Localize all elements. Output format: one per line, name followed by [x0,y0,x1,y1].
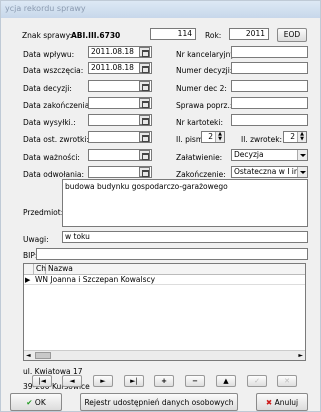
calendar-icon[interactable] [139,98,150,108]
ok-button[interactable]: ✔ OK [10,393,62,411]
date-valid-label: Data ważności: [23,153,80,162]
check-icon: ✔ [26,398,33,407]
edit-record-button[interactable]: ▲ [216,375,236,387]
calendar-icon[interactable] [139,47,150,57]
date-initiated-field[interactable]: 2011.08.18 [88,62,152,74]
completion-select[interactable]: Ostateczna w I inst. [231,166,308,178]
post-record-button[interactable]: ✓ [247,375,267,387]
office-number-label: Nr kancelaryjny: [176,50,237,59]
notes-field[interactable]: w toku [62,231,308,243]
edit-case-window: ycja rekordu sprawy Znak sprawy: ABI.III… [0,0,321,412]
date-valid-field[interactable] [88,149,152,161]
cancel-label: Anuluj [274,398,299,407]
data-sharing-register-button[interactable]: Rejestr udostępnień danych osobowych [80,393,238,411]
calendar-icon[interactable] [139,150,150,160]
subject-textarea[interactable]: budowa budynku gospodarczo-garażowego [62,179,308,227]
date-received-value: 2011.08.18 [91,47,134,56]
calendar-icon[interactable] [139,63,150,73]
date-initiated-label: Data wszczęcia: [23,66,84,75]
last-record-button[interactable]: ►| [124,375,144,387]
year-label: Rok: [205,31,222,40]
close-icon: ✖ [265,398,273,407]
file-number-label: Nr kartoteki: [176,118,224,127]
chevron-down-icon[interactable] [297,167,307,177]
settlement-label: Załatwienie: [176,153,223,162]
date-received-field[interactable]: 2011.08.18 [88,46,152,58]
row-pointer-icon: ▶ [25,276,31,284]
returns-count-label: Il. zwrotek: [241,135,283,144]
table-row[interactable]: ▶ WN Joanna i Szczepan Kowalscy [24,275,305,285]
calendar-icon[interactable] [139,167,150,177]
date-decision-label: Data decyzji: [23,84,72,93]
case-number-field[interactable]: 114 [150,28,196,40]
case-number-label: Znak sprawy: [22,31,73,40]
returns-count-value: 2 [290,132,295,141]
calendar-icon[interactable] [139,81,150,91]
column-header-nazwa[interactable]: Nazwa [46,264,305,275]
date-sent-field[interactable] [88,114,152,126]
date-appeal-label: Data odwołania: [23,170,85,179]
decision-number-field[interactable] [231,62,308,74]
date-last-return-label: Data ost. zwrotki: [23,135,89,144]
first-record-button[interactable]: |◄ [32,375,52,387]
eod-button[interactable]: EOD [277,28,307,42]
table-header: Ch Nazwa [24,264,305,275]
scroll-left-icon[interactable]: ◄ [26,352,31,359]
previous-case-field[interactable] [231,97,308,109]
cell-nazwa: WN Joanna i Szczepan Kowalscy [35,275,156,284]
date-initiated-value: 2011.08.18 [91,63,134,72]
spinner-icon[interactable]: ▲ ▼ [215,132,224,142]
date-appeal-field[interactable] [88,166,152,178]
row-indicator-header [24,264,34,275]
prior-record-button[interactable]: ◄ [62,375,82,387]
calendar-icon[interactable] [139,132,150,142]
parties-table[interactable]: Ch Nazwa ▶ WN Joanna i Szczepan Kowalscy… [23,263,306,361]
cancel-button[interactable]: ✖ Anuluj [256,393,308,411]
notes-label: Uwagi: [23,235,49,244]
decision-number-2-field[interactable] [231,80,308,92]
insert-record-button[interactable]: + [154,375,174,387]
window-title: ycja rekordu sprawy [1,1,320,18]
case-number-value: ABI.III.6730 [71,31,121,40]
chevron-down-icon[interactable] [297,150,307,160]
calendar-icon[interactable] [139,115,150,125]
date-completed-field[interactable] [88,97,152,109]
cancel-record-button[interactable]: ✕ [277,375,297,387]
ok-label: OK [34,398,46,407]
decision-number-label: Numer decyzji: [176,66,233,75]
year-field[interactable]: 2011 [229,28,269,40]
bip-field[interactable] [36,248,308,260]
date-completed-label: Data zakończenia: [23,101,92,110]
date-decision-field[interactable] [88,80,152,92]
date-last-return-field[interactable] [88,131,152,143]
next-record-button[interactable]: ► [93,375,113,387]
completion-label: Zakończenie: [176,170,226,179]
scroll-right-icon[interactable]: ► [298,352,303,359]
delete-record-button[interactable]: − [185,375,205,387]
date-received-label: Data wpływu: [23,50,75,59]
office-number-field[interactable] [231,46,308,58]
date-sent-label: Data wysyłki.: [23,118,76,127]
settlement-value: Decyzja [234,150,264,159]
file-number-field[interactable] [231,114,308,126]
column-header-ch[interactable]: Ch [34,264,46,275]
decision-number-2-label: Numer dec 2: [176,84,227,93]
returns-count-field[interactable]: 2 ▲ ▼ [283,131,307,143]
scroll-thumb[interactable] [35,352,51,359]
horizontal-scrollbar[interactable]: ◄ ► [24,350,305,360]
letters-count-value: 2 [208,132,213,141]
spinner-icon[interactable]: ▲ ▼ [297,132,306,142]
letters-count-field[interactable]: 2 ▲ ▼ [201,131,225,143]
previous-case-label: Sprawa poprz.: [176,101,233,110]
settlement-select[interactable]: Decyzja [231,149,308,161]
subject-label: Przedmiot: [23,208,64,217]
